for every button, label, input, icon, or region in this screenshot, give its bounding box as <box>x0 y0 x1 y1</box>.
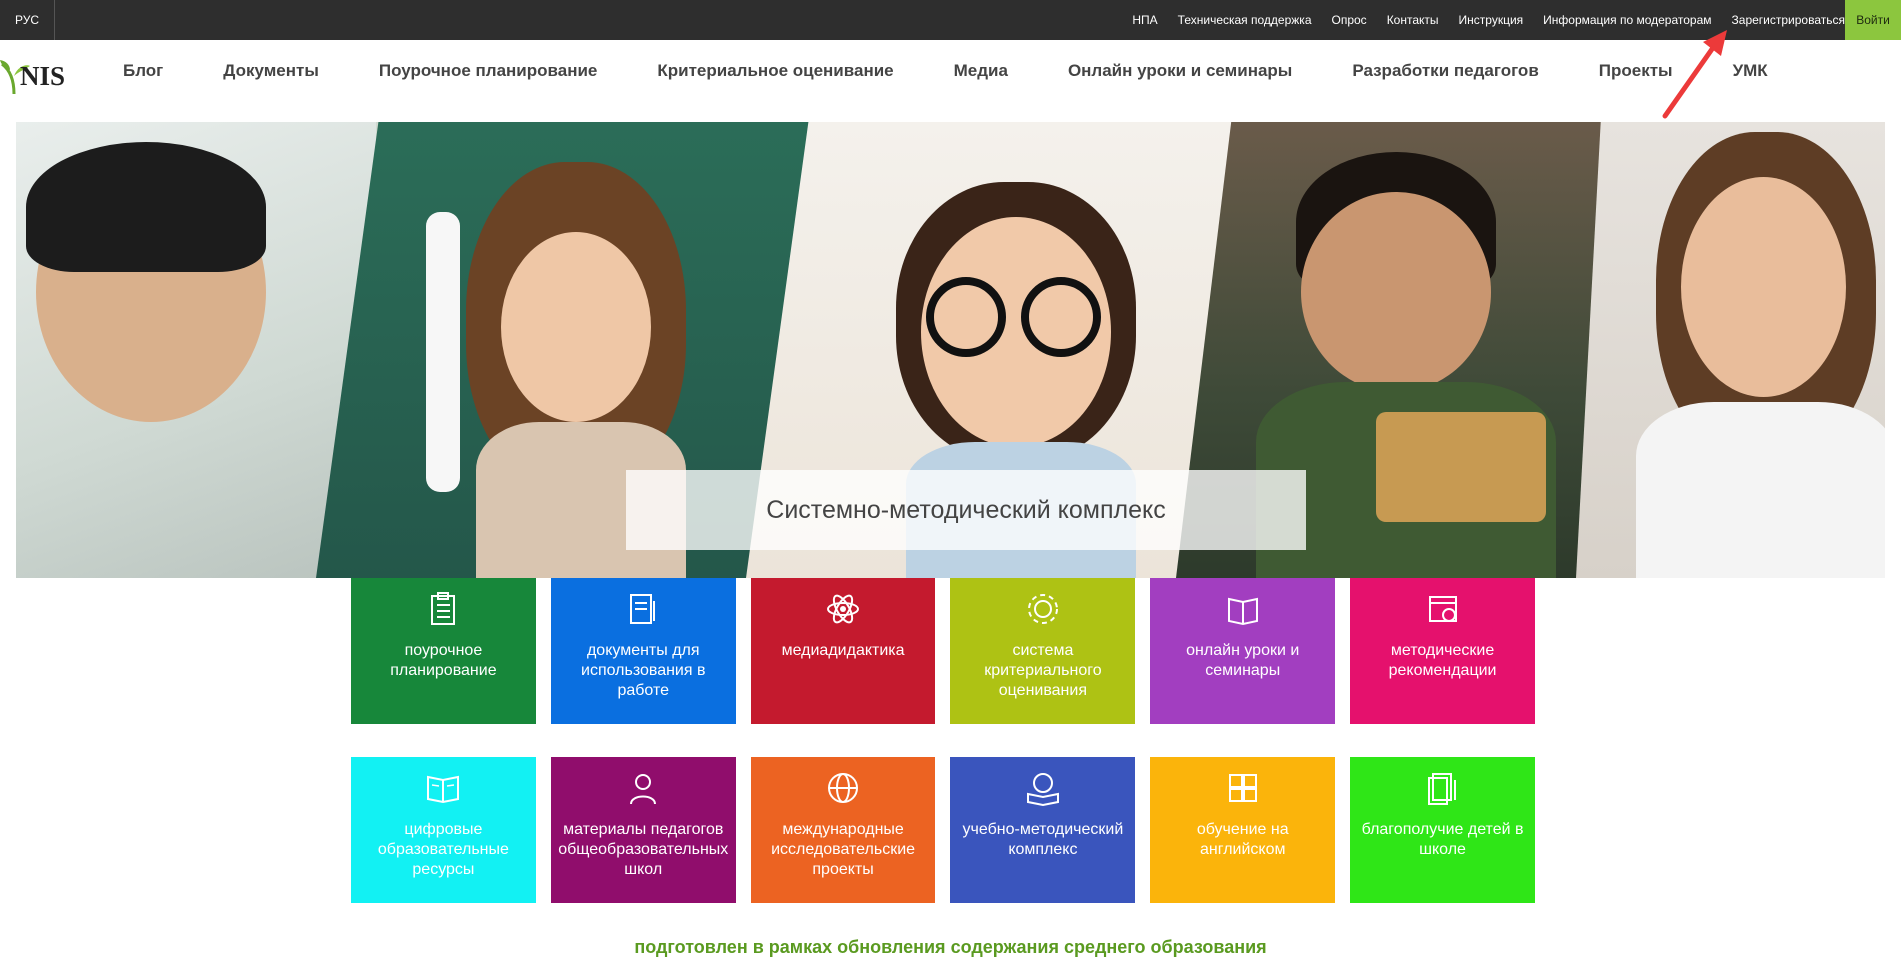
tile-label: онлайн уроки и семинары <box>1186 642 1300 679</box>
tile-label: международные исследовательские проекты <box>771 821 916 878</box>
nav-item-online-lessons[interactable]: Онлайн уроки и семинары <box>1068 61 1292 81</box>
child-face <box>501 232 651 422</box>
tile-digital-resources[interactable]: цифровые образовательные ресурсы <box>351 757 536 903</box>
nav-item-criteria-assessment[interactable]: Критериальное оценивание <box>657 61 893 81</box>
tile-label: благополучие детей в школе <box>1361 821 1524 858</box>
language-switch[interactable]: РУС <box>0 0 55 40</box>
top-link-moderators[interactable]: Информация по модераторам <box>1543 13 1711 27</box>
hero-photo-boy-glasses <box>16 122 376 578</box>
tile-label: материалы педагогов общеобразовательных … <box>558 821 729 878</box>
tile-mediadidactics[interactable]: медиадидактика <box>750 578 936 724</box>
tile-label: обучение на английском <box>1196 821 1289 858</box>
logo-text: NIS <box>20 61 66 91</box>
tile-label: медиадидактика <box>781 642 905 659</box>
documents-icon <box>630 594 656 624</box>
top-links: НПА Техническая поддержка Опрос Контакты… <box>1112 0 1845 40</box>
tile-label: документы для использования в работе <box>581 642 706 699</box>
nav-item-umk[interactable]: УМК <box>1733 61 1768 81</box>
tile-online-lessons[interactable]: онлайн уроки и семинары <box>1150 578 1336 724</box>
top-link-support[interactable]: Техническая поддержка <box>1178 13 1312 27</box>
book-icon <box>1227 597 1258 626</box>
nav-item-documents[interactable]: Документы <box>223 61 319 81</box>
category-tiles: поурочное планирование документы для исп… <box>351 578 1535 903</box>
tile-child-wellbeing[interactable]: благополучие детей в школе <box>1350 757 1535 903</box>
top-link-npa[interactable]: НПА <box>1132 13 1157 27</box>
gear-icon <box>1027 594 1058 624</box>
teacher-icon <box>630 774 657 805</box>
tile-umk[interactable]: учебно-методический комплекс <box>950 757 1136 903</box>
nav-item-media[interactable]: Медиа <box>954 61 1008 81</box>
globe-icon <box>828 773 859 803</box>
brain-book-icon <box>1026 773 1059 806</box>
tile-label: система критериального оценивания <box>984 642 1102 699</box>
footer-note: подготовлен в рамках обновления содержан… <box>634 937 1267 957</box>
child-hair <box>26 142 266 272</box>
open-book-icon <box>427 775 460 804</box>
nav-item-blog[interactable]: Блог <box>123 61 163 81</box>
nis-logo[interactable]: NIS <box>0 50 78 95</box>
top-link-instruction[interactable]: Инструкция <box>1459 13 1524 27</box>
top-link-survey[interactable]: Опрос <box>1332 13 1367 27</box>
tile-criteria-system[interactable]: система критериального оценивания <box>950 578 1136 724</box>
tiles-row-2: цифровые образовательные ресурсы материа… <box>351 757 1535 903</box>
tile-international-projects[interactable]: международные исследовательские проекты <box>750 757 936 903</box>
tile-label: цифровые образовательные ресурсы <box>377 821 509 878</box>
glasses-right <box>1021 277 1101 357</box>
diploma-scroll <box>426 212 460 492</box>
hero-banner: Системно-методический комплекс <box>16 122 1885 578</box>
login-button[interactable]: Войти <box>1845 0 1901 40</box>
tile-documents[interactable]: документы для использования в работе <box>550 578 736 724</box>
hero-caption: Системно-методический комплекс <box>626 470 1306 550</box>
atom-icon <box>827 594 860 624</box>
nav-item-teacher-works[interactable]: Разработки педагогов <box>1352 61 1538 81</box>
tiles-row-1: поурочное планирование документы для исп… <box>351 578 1535 724</box>
child-face <box>1681 177 1846 397</box>
tile-teacher-materials[interactable]: материалы педагогов общеобразовательных … <box>550 757 736 903</box>
calendar-icon <box>1428 596 1457 622</box>
tile-english-learning[interactable]: обучение на английском <box>1150 757 1336 903</box>
robot-kit <box>1376 412 1546 522</box>
child-face <box>1301 192 1491 392</box>
tile-lesson-planning[interactable]: поурочное планирование <box>351 578 536 724</box>
glasses-left <box>926 277 1006 357</box>
register-link[interactable]: Зарегистрироваться <box>1732 13 1845 27</box>
red-arrow-annotation <box>1662 30 1727 119</box>
tile-methodical-recommendations[interactable]: методические рекомендации <box>1350 578 1535 724</box>
papers-icon <box>1427 773 1456 805</box>
clipboard-icon <box>431 592 456 625</box>
tile-label: поурочное планирование <box>390 642 497 679</box>
main-nav: NIS Блог Документы Поурочное планировани… <box>0 40 1901 102</box>
tile-label: учебно-методический комплекс <box>962 821 1124 858</box>
puzzle-icon <box>1228 774 1257 802</box>
nav-item-lesson-planning[interactable]: Поурочное планирование <box>379 61 598 81</box>
top-bar: РУС НПА Техническая поддержка Опрос Конт… <box>0 0 1901 40</box>
hero-photo-girl-smiling <box>1576 122 1885 578</box>
tile-label: методические рекомендации <box>1388 642 1497 679</box>
nav-menu: Блог Документы Поурочное планирование Кр… <box>123 40 1828 102</box>
top-link-contacts[interactable]: Контакты <box>1387 13 1439 27</box>
child-shirt <box>1636 402 1885 578</box>
